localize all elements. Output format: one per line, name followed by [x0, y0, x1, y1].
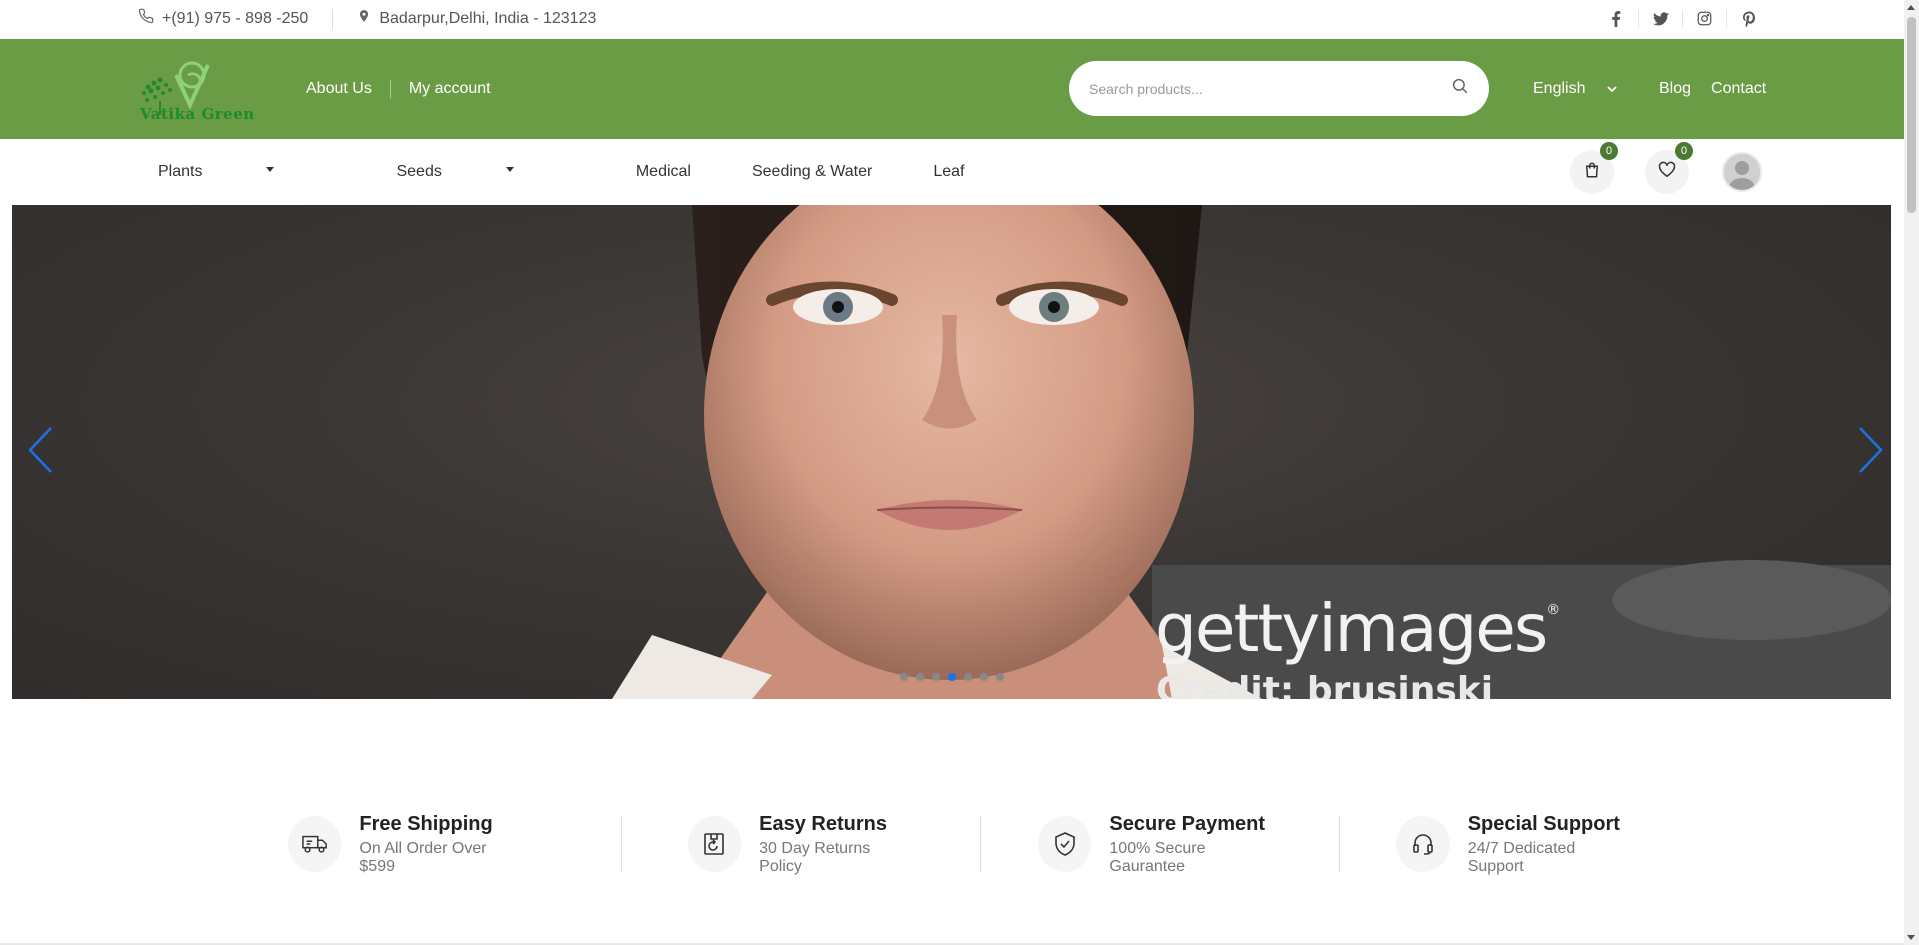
- cart-button[interactable]: 0: [1570, 142, 1618, 194]
- category-list: Plants Seeds Medical Seeding & Water Lea…: [158, 139, 1025, 205]
- address-text: Badarpur,Delhi, India - 123123: [379, 9, 597, 27]
- phone-item[interactable]: +(91) 975 - 898 -250: [138, 8, 308, 29]
- search-input[interactable]: [1089, 80, 1451, 97]
- feature-title: Special Support: [1467, 812, 1620, 835]
- divider: [980, 816, 981, 872]
- category-seeds[interactable]: Seeds: [396, 163, 574, 181]
- twitter-icon[interactable]: [1638, 9, 1682, 28]
- feature-subtitle: On All Order Over $599: [359, 839, 487, 875]
- caret-down-icon: [266, 167, 275, 173]
- vertical-scrollbar[interactable]: [1904, 0, 1919, 945]
- chevron-left-icon: [27, 426, 53, 479]
- search-icon[interactable]: [1451, 77, 1469, 100]
- feature-title: Free Shipping: [359, 812, 493, 835]
- divider: [620, 816, 622, 872]
- shield-check-icon: [1038, 816, 1092, 872]
- instagram-icon[interactable]: [1682, 9, 1726, 28]
- feature-title: Secure Payment: [1109, 812, 1266, 835]
- slider-dot-active[interactable]: [948, 673, 956, 681]
- category-seeding-water[interactable]: Seeding & Water: [752, 163, 872, 181]
- address-item: Badarpur,Delhi, India - 123123: [357, 8, 596, 29]
- divider: [332, 8, 334, 29]
- hero-slider: gettyimages® Credit: brusinski: [12, 205, 1891, 699]
- logo-text: Vatika Green: [140, 105, 255, 123]
- feature-title: Easy Returns: [759, 812, 887, 835]
- feature-special-support: Special Support 24/7 Dedicated Support: [1396, 813, 1628, 876]
- user-avatar[interactable]: [1722, 152, 1762, 192]
- shopping-bag-icon: [1583, 161, 1601, 184]
- slider-dot[interactable]: [916, 673, 924, 681]
- hero-slide-image: [612, 205, 1891, 699]
- feature-easy-returns: Easy Returns 30 Day Returns Policy: [687, 812, 910, 876]
- category-leaf[interactable]: Leaf: [933, 163, 964, 181]
- image-credit: Credit: brusinski: [1156, 670, 1494, 699]
- header-nav: About Us My account: [306, 39, 491, 139]
- divider: [1339, 816, 1341, 872]
- phone-icon: [138, 8, 154, 29]
- category-medical[interactable]: Medical: [636, 163, 691, 181]
- truck-icon: [288, 816, 342, 872]
- caret-down-icon: [505, 167, 514, 173]
- slider-dots: [900, 673, 1004, 681]
- category-label: Plants: [158, 163, 203, 180]
- feature-free-shipping: Free Shipping On All Order Over $599: [288, 813, 519, 876]
- registered-mark: ®: [1546, 602, 1560, 618]
- features-row: Free Shipping On All Order Over $599 Eas…: [288, 812, 1628, 876]
- facebook-icon[interactable]: [1594, 10, 1638, 28]
- feature-secure-payment: Secure Payment 100% Secure Gaurantee: [1038, 813, 1277, 876]
- slider-prev-button[interactable]: [20, 422, 60, 482]
- slider-dot[interactable]: [996, 673, 1004, 681]
- language-label: English: [1533, 80, 1586, 97]
- wishlist-count-badge: 0: [1675, 142, 1693, 160]
- feature-subtitle: 30 Day Returns Policy: [759, 839, 871, 875]
- category-plants[interactable]: Plants: [158, 163, 335, 181]
- phone-number: +(91) 975 - 898 -250: [162, 9, 309, 27]
- slider-dot[interactable]: [980, 673, 988, 681]
- scrollbar-thumb[interactable]: [1907, 17, 1916, 213]
- category-nav: Plants Seeds Medical Seeding & Water Lea…: [0, 139, 1904, 205]
- social-links: [1594, 0, 1770, 37]
- slider-dot[interactable]: [932, 673, 940, 681]
- category-label: Seeds: [396, 163, 442, 180]
- feature-subtitle: 100% Secure Gaurantee: [1109, 839, 1206, 875]
- chevron-right-icon: [1858, 426, 1884, 479]
- return-box-icon: [687, 816, 742, 872]
- nav-my-account[interactable]: My account: [409, 80, 491, 98]
- headset-icon: [1396, 816, 1450, 872]
- watermark: gettyimages®: [1155, 590, 1560, 667]
- watermark-text: gettyimages: [1155, 590, 1548, 667]
- feature-subtitle: 24/7 Dedicated Support: [1467, 839, 1576, 875]
- divider: [389, 80, 391, 98]
- language-select[interactable]: English: [1533, 39, 1618, 139]
- nav-contact[interactable]: Contact: [1711, 80, 1766, 98]
- top-bar: +(91) 975 - 898 -250 Badarpur,Delhi, Ind…: [0, 0, 1904, 39]
- main-header: Vatika Green About Us My account English…: [0, 39, 1904, 139]
- nav-blog[interactable]: Blog: [1659, 80, 1691, 98]
- location-pin-icon: [357, 8, 371, 29]
- nav-about-us[interactable]: About Us: [306, 80, 372, 98]
- wishlist-button[interactable]: 0: [1645, 142, 1693, 194]
- pinterest-icon[interactable]: [1726, 9, 1770, 28]
- cart-count-badge: 0: [1600, 142, 1618, 160]
- contact-info: +(91) 975 - 898 -250 Badarpur,Delhi, Ind…: [138, 0, 596, 37]
- slider-next-button[interactable]: [1851, 422, 1891, 482]
- heart-icon: [1658, 161, 1676, 183]
- scroll-down-arrow-icon[interactable]: [1907, 935, 1915, 940]
- header-links: Blog Contact: [1659, 39, 1766, 139]
- chevron-down-icon: [1607, 80, 1618, 98]
- scroll-up-arrow-icon[interactable]: [1907, 5, 1915, 10]
- slider-dot[interactable]: [900, 673, 908, 681]
- search-bar: [1069, 61, 1489, 116]
- slider-dot[interactable]: [964, 673, 972, 681]
